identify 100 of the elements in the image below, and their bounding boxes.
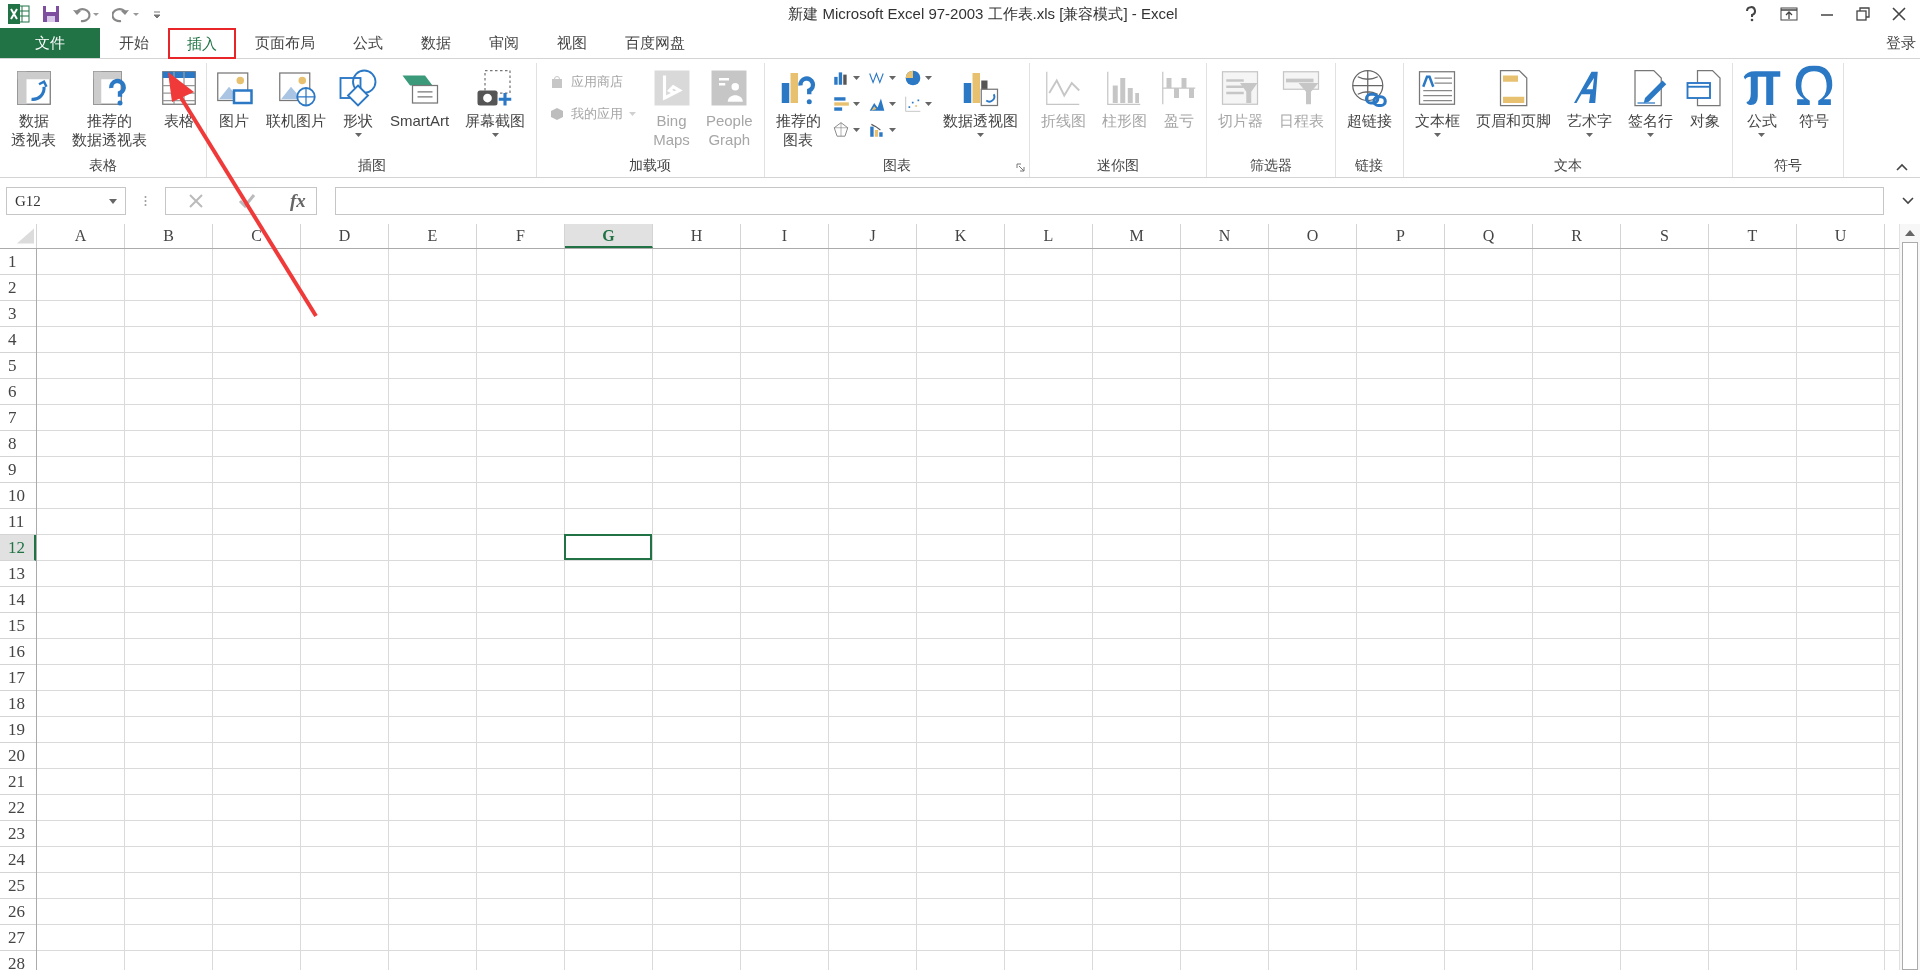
formula-input-field[interactable]: [334, 187, 1884, 215]
row-header[interactable]: 3: [0, 301, 36, 327]
radar-chart-icon: [831, 121, 850, 139]
column-header[interactable]: S: [1621, 224, 1709, 248]
expand-caret-icon[interactable]: [1902, 197, 1914, 205]
column-header[interactable]: N: [1181, 224, 1269, 248]
ribbon-button[interactable]: 文本框: [1407, 63, 1467, 139]
column-header[interactable]: L: [1005, 224, 1093, 248]
column-header[interactable]: O: [1269, 224, 1357, 248]
row-header[interactable]: 12: [0, 535, 36, 561]
active-cell[interactable]: [564, 534, 652, 560]
group-label: 符号: [1773, 157, 1802, 175]
ribbon-button[interactable]: 超链接: [1339, 63, 1399, 132]
column-header[interactable]: T: [1709, 224, 1797, 248]
row-header[interactable]: 28: [0, 951, 36, 970]
ribbon-button[interactable]: 对象: [1681, 63, 1728, 132]
column-header[interactable]: C: [213, 224, 301, 248]
vertical-scrollbar[interactable]: [1899, 224, 1920, 970]
column-header[interactable]: H: [653, 224, 741, 248]
row-header[interactable]: 22: [0, 795, 36, 821]
column-header[interactable]: B: [125, 224, 213, 248]
row-header[interactable]: 19: [0, 717, 36, 743]
ribbon-button[interactable]: 艺术字: [1559, 63, 1619, 139]
row-header[interactable]: 18: [0, 691, 36, 717]
group-label: 加载项: [629, 157, 672, 175]
row-header[interactable]: 27: [0, 925, 36, 951]
spreadsheet-logo-icon[interactable]: [8, 4, 30, 24]
ribbon-display-icon[interactable]: [1780, 7, 1798, 21]
collapse-ribbon-icon[interactable]: [1896, 163, 1908, 171]
column-header[interactable]: Q: [1445, 224, 1533, 248]
redo-icon[interactable]: [112, 5, 140, 23]
insert-function-button[interactable]: fx: [290, 190, 306, 212]
ribbon-button[interactable]: 数据透视图: [935, 63, 1025, 139]
ribbon-button[interactable]: 联机图片: [259, 63, 333, 132]
ribbon-button[interactable]: 数据 透视表: [4, 63, 63, 151]
column-header[interactable]: R: [1533, 224, 1621, 248]
row-header[interactable]: 6: [0, 379, 36, 405]
ribbon-button[interactable]: 公式: [1736, 63, 1787, 139]
row-header[interactable]: 23: [0, 821, 36, 847]
row-header[interactable]: 17: [0, 665, 36, 691]
caret-icon: [629, 112, 637, 116]
ribbon-button[interactable]: 形状: [335, 63, 381, 139]
row-header[interactable]: 21: [0, 769, 36, 795]
row-header[interactable]: 20: [0, 743, 36, 769]
row-header[interactable]: 7: [0, 405, 36, 431]
caret-icon: [924, 76, 932, 80]
column-header[interactable]: I: [741, 224, 829, 248]
undo-icon[interactable]: [72, 5, 100, 23]
pie-chart-icon: [903, 69, 922, 87]
row-header[interactable]: 8: [0, 431, 36, 457]
ribbon-button[interactable]: SmartArt: [383, 63, 457, 132]
column-header[interactable]: E: [389, 224, 477, 248]
caret-icon: [1646, 133, 1654, 137]
group-label: 插图: [357, 157, 386, 175]
name-box[interactable]: G12: [6, 187, 126, 215]
caret-icon: [109, 198, 117, 204]
column-header[interactable]: D: [301, 224, 389, 248]
ribbon-button[interactable]: 推荐的 图表: [768, 63, 828, 151]
close-icon[interactable]: [1892, 7, 1906, 21]
caret-icon: [491, 133, 499, 137]
row-header[interactable]: 14: [0, 587, 36, 613]
row-header[interactable]: 4: [0, 327, 36, 353]
save-icon[interactable]: [42, 5, 60, 23]
bar-chart-icon: [831, 95, 850, 113]
ribbon-button[interactable]: 图片: [211, 63, 257, 132]
column-header[interactable]: A: [37, 224, 125, 248]
help-icon[interactable]: [1744, 6, 1758, 22]
row-header[interactable]: 2: [0, 275, 36, 301]
row-header[interactable]: 16: [0, 639, 36, 665]
ribbon-button[interactable]: 推荐的 数据透视表: [65, 63, 154, 151]
row-header[interactable]: 13: [0, 561, 36, 587]
row-header[interactable]: 24: [0, 847, 36, 873]
dialog-launcher-icon[interactable]: [1015, 163, 1025, 172]
ribbon-button[interactable]: 签名行: [1620, 63, 1680, 139]
restore-icon[interactable]: [1856, 7, 1870, 21]
column-header[interactable]: K: [917, 224, 1005, 248]
column-header[interactable]: J: [829, 224, 917, 248]
ribbon-tab[interactable]: 插入: [168, 28, 236, 59]
row-header[interactable]: 26: [0, 899, 36, 925]
column-header[interactable]: P: [1357, 224, 1445, 248]
column-header[interactable]: G: [565, 224, 653, 248]
file-tab[interactable]: 文件: [0, 28, 100, 58]
check-icon[interactable]: [238, 193, 256, 209]
row-header[interactable]: 5: [0, 353, 36, 379]
row-header[interactable]: 1: [0, 249, 36, 275]
ribbon-button[interactable]: 符号: [1788, 63, 1839, 132]
column-header[interactable]: M: [1093, 224, 1181, 248]
ribbon-button[interactable]: 屏幕截图: [458, 63, 533, 139]
row-header[interactable]: 25: [0, 873, 36, 899]
ribbon-button[interactable]: 页眉和页脚: [1468, 63, 1558, 132]
scroll-up-icon[interactable]: [1905, 230, 1915, 236]
cell-grid[interactable]: [37, 249, 1899, 970]
row-header[interactable]: 9: [0, 457, 36, 483]
row-header[interactable]: 10: [0, 483, 36, 509]
sign-in-link[interactable]: 登录: [1882, 33, 1920, 53]
row-header[interactable]: 15: [0, 613, 36, 639]
column-header[interactable]: U: [1797, 224, 1885, 248]
scroll-thumb[interactable]: [1902, 242, 1918, 970]
text-box-icon: [1417, 68, 1458, 108]
globe-link-icon: [1349, 68, 1390, 108]
